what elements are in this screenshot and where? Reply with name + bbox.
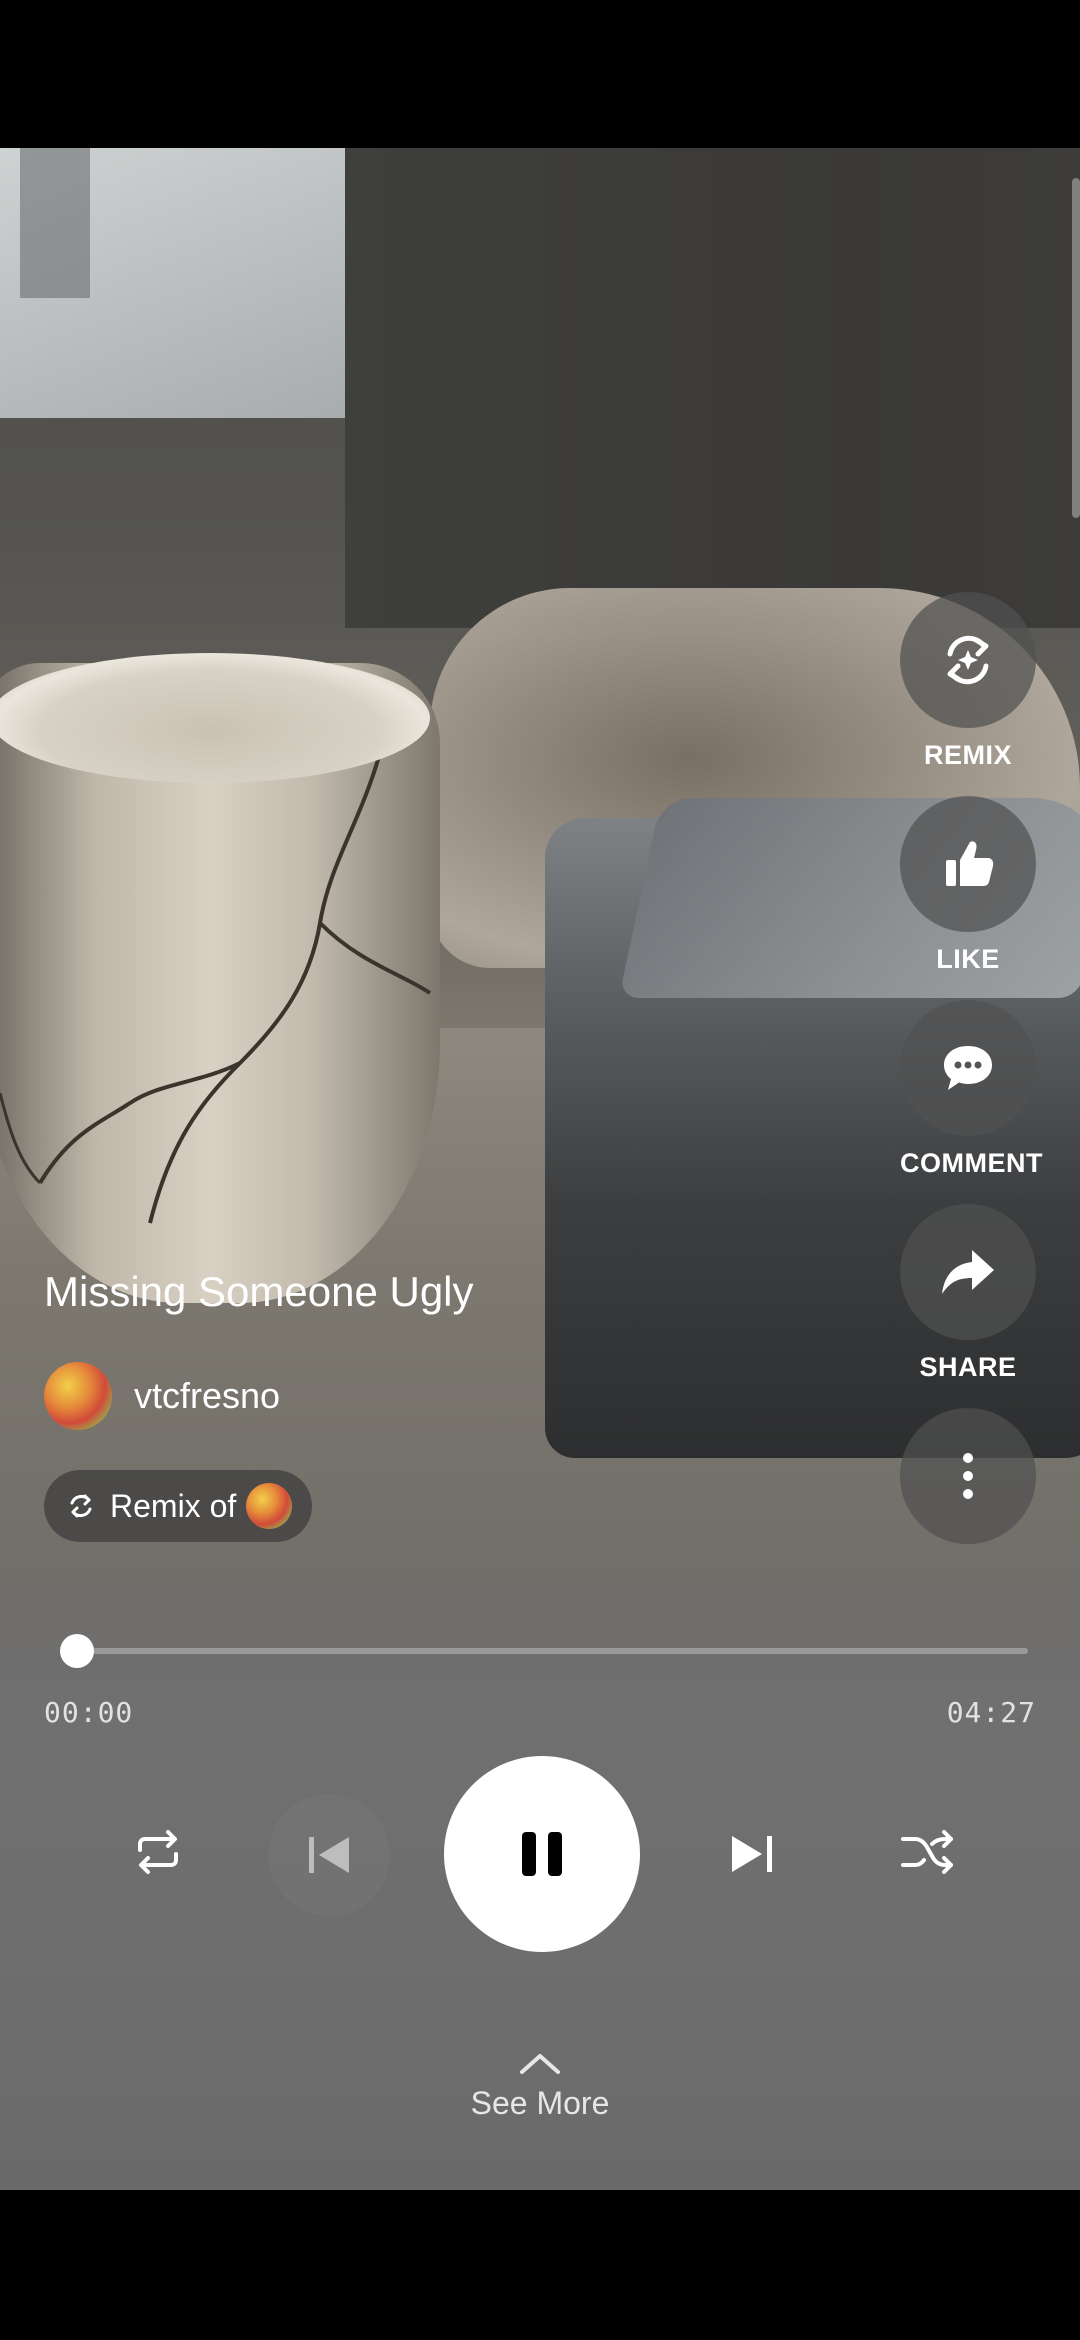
comment-bubble-icon	[944, 1046, 992, 1090]
total-duration: 04:27	[946, 1696, 1036, 1729]
next-button[interactable]	[722, 1824, 782, 1884]
avatar[interactable]	[44, 1362, 112, 1430]
chevron-up-icon	[520, 2054, 560, 2074]
more-action[interactable]	[900, 1408, 1036, 1544]
skip-next-icon	[732, 1836, 772, 1872]
more-vertical-icon	[963, 1453, 973, 1499]
comment-label: COMMENT	[900, 1148, 1043, 1178]
like-button[interactable]	[900, 796, 1036, 932]
like-label: LIKE	[936, 944, 1000, 974]
play-pause-button[interactable]	[444, 1756, 640, 1952]
comment-action[interactable]: COMMENT	[900, 1000, 1043, 1179]
repeat-icon	[138, 1830, 178, 1874]
share-action[interactable]: SHARE	[900, 1204, 1036, 1383]
artist-row[interactable]: vtcfresno	[44, 1362, 280, 1430]
remix-label: REMIX	[923, 740, 1012, 770]
progress-thumb[interactable]	[60, 1634, 94, 1668]
share-label: SHARE	[919, 1352, 1017, 1382]
scroll-indicator	[1072, 178, 1080, 518]
remix-sparkle-icon	[947, 635, 989, 685]
status-bar-area	[0, 0, 1080, 148]
like-action[interactable]: LIKE	[900, 796, 1036, 975]
elapsed-time: 00:00	[44, 1696, 134, 1729]
track-title: Missing Someone Ugly	[44, 1268, 474, 1315]
remix-button[interactable]	[900, 592, 1036, 728]
wall-shadow	[345, 148, 1080, 628]
remix-of-label: Remix of	[110, 1487, 237, 1524]
share-arrow-icon	[942, 1250, 994, 1294]
more-button[interactable]	[900, 1408, 1036, 1544]
comment-button[interactable]	[900, 1000, 1036, 1136]
thumbs-up-icon	[946, 841, 994, 886]
pause-icon	[522, 1832, 562, 1876]
repeat-button[interactable]	[128, 1822, 188, 1882]
see-more-button[interactable]: See More	[440, 2050, 640, 2122]
see-more-label: See More	[470, 2085, 610, 2121]
shuffle-button[interactable]	[898, 1822, 958, 1882]
share-button[interactable]	[900, 1204, 1036, 1340]
cup-rim	[0, 653, 430, 783]
previous-button[interactable]	[268, 1794, 390, 1916]
artist-name[interactable]: vtcfresno	[134, 1375, 280, 1417]
remix-icon	[70, 1494, 92, 1518]
source-avatar	[246, 1483, 293, 1529]
shuffle-icon	[901, 1830, 953, 1874]
window-frame	[20, 148, 90, 298]
skip-previous-icon	[309, 1837, 349, 1873]
remix-of-chip[interactable]: Remix of	[44, 1470, 313, 1542]
navigation-bar-area	[0, 2190, 1080, 2340]
remix-action[interactable]: REMIX	[900, 592, 1036, 771]
progress-slider[interactable]	[60, 1634, 1028, 1668]
